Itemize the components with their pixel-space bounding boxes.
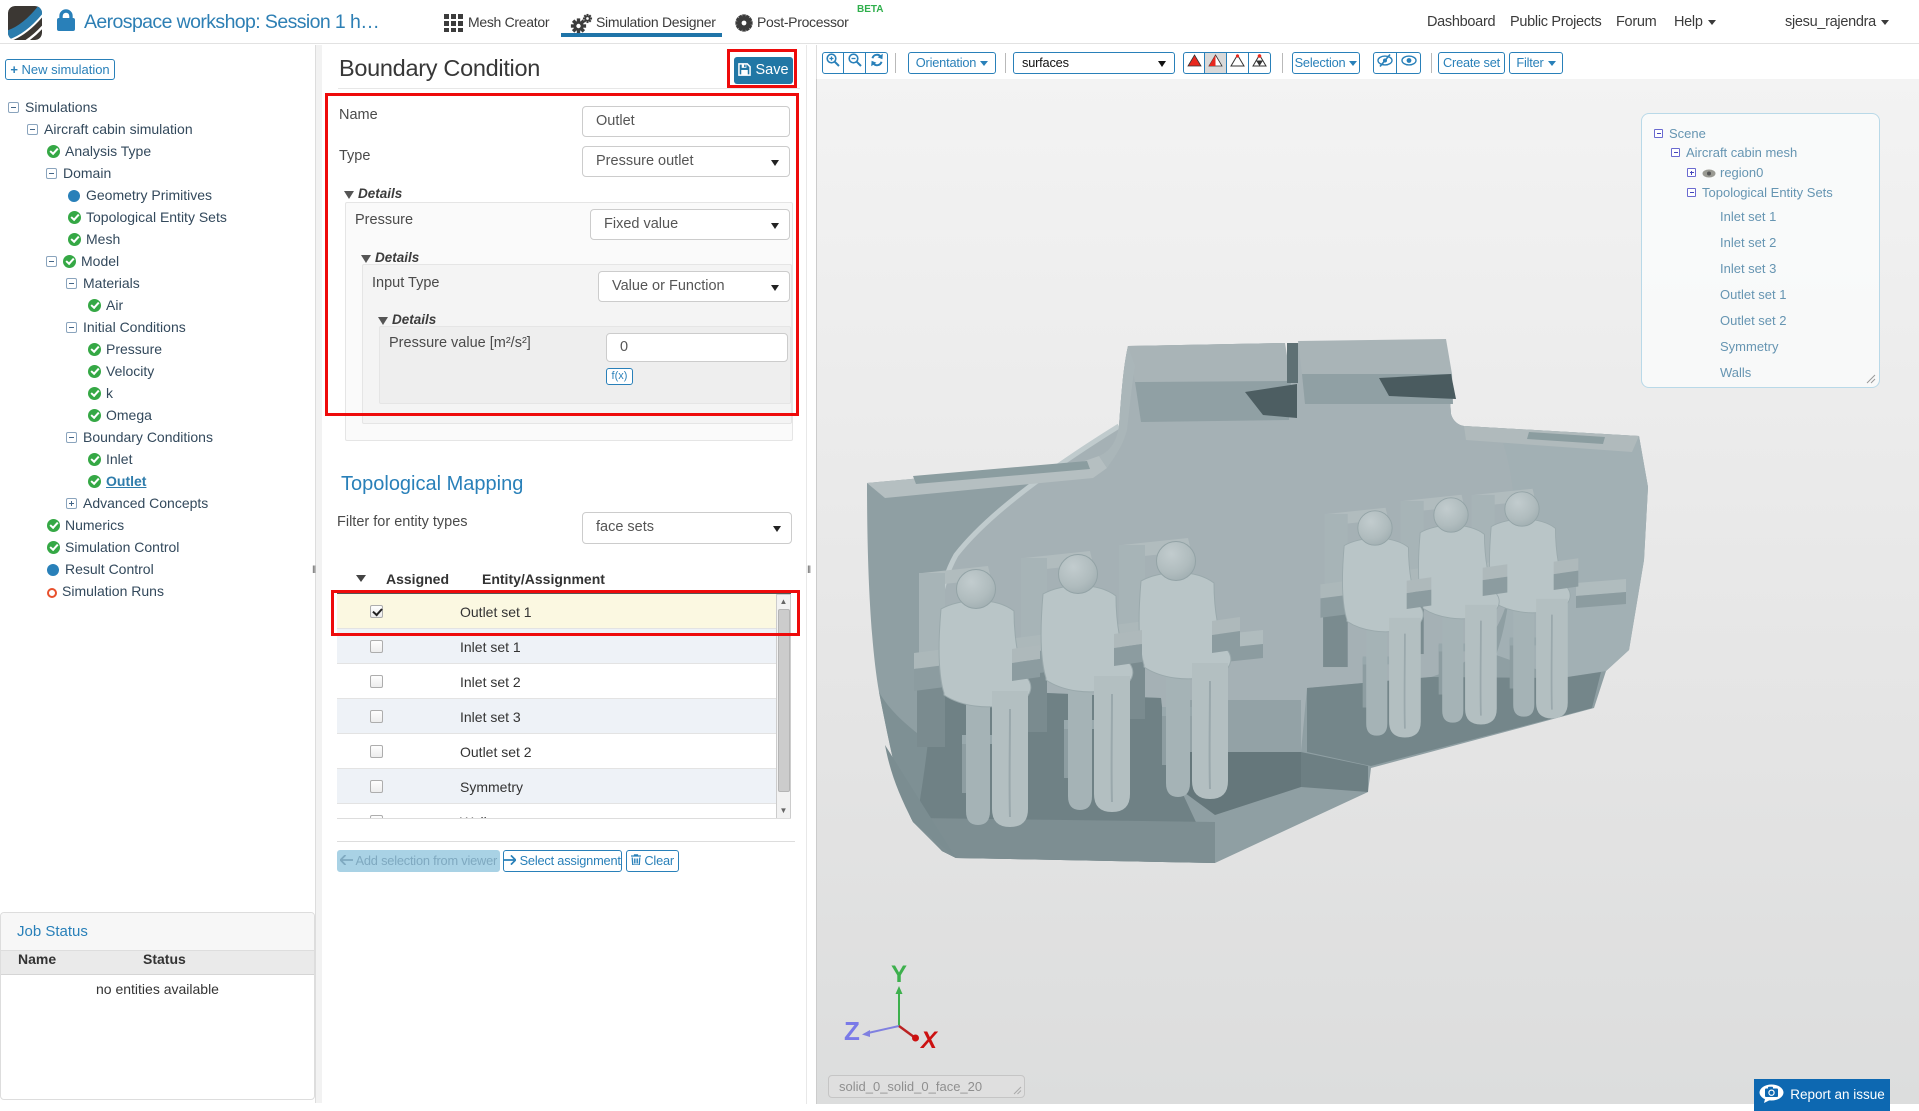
- svg-text:Z: Z: [844, 1016, 860, 1046]
- svg-text:X: X: [919, 1027, 939, 1054]
- svg-text:Y: Y: [891, 961, 907, 988]
